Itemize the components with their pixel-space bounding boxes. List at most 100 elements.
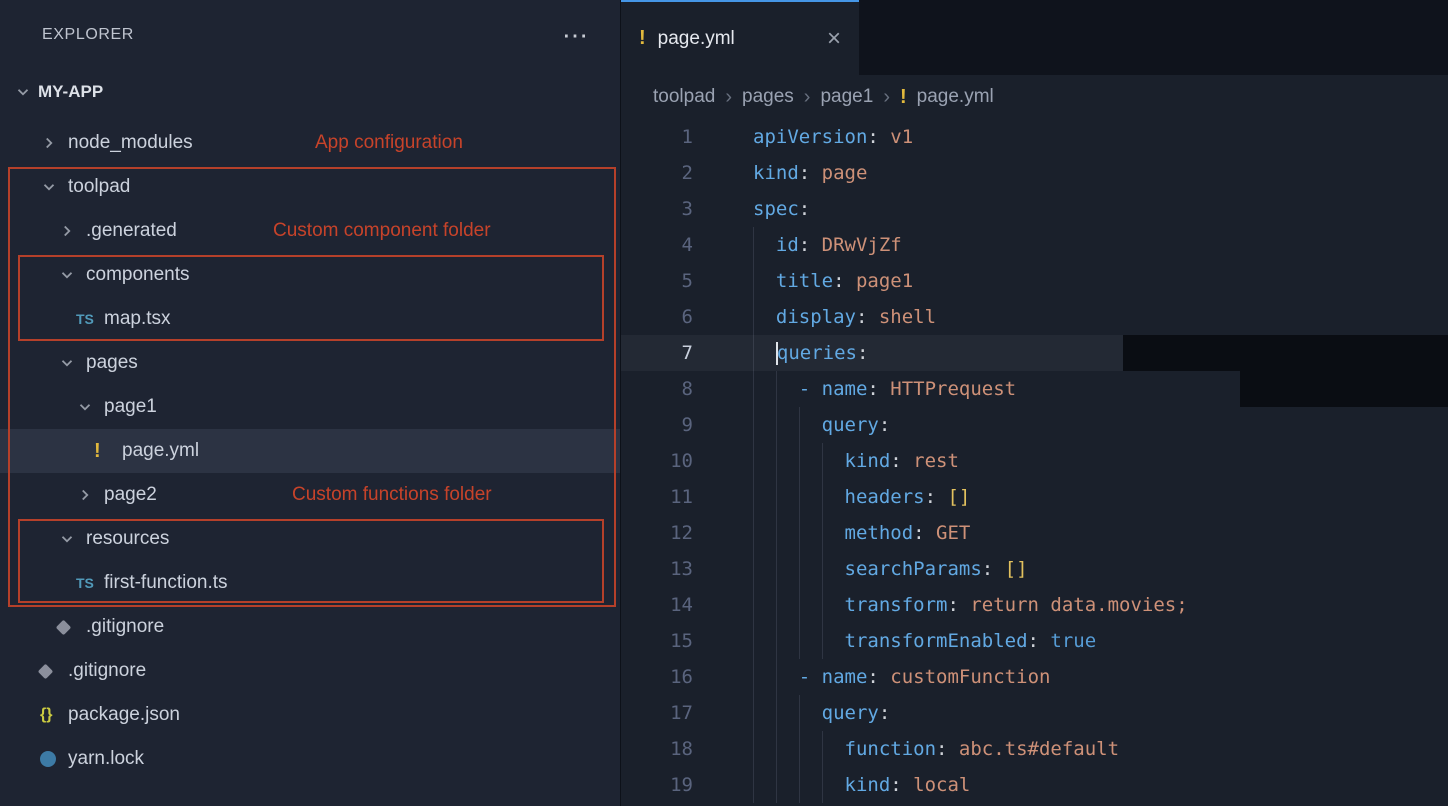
annotation-func_folder: Custom functions folder	[292, 484, 492, 506]
chevron-down-icon[interactable]	[40, 178, 68, 196]
indent-guide	[776, 659, 799, 695]
indent-guide	[753, 767, 776, 803]
code-token: function	[845, 738, 937, 760]
code-line-4[interactable]: 4id: DRwVjZf	[621, 227, 1448, 263]
code-token: method	[845, 522, 914, 544]
code-line-1[interactable]: 1apiVersion: v1	[621, 119, 1448, 155]
code-line-9[interactable]: 9query:	[621, 407, 1448, 443]
breadcrumb-item-toolpad[interactable]: toolpad	[653, 86, 715, 108]
code-token: :	[879, 414, 890, 436]
tree-item-components[interactable]: components	[0, 253, 620, 297]
indent-guide	[776, 371, 799, 407]
line-number: 13	[621, 551, 713, 587]
tree-item-page2[interactable]: page2Custom functions folder	[0, 473, 620, 517]
code-token: :	[799, 198, 810, 220]
code-line-17[interactable]: 17query:	[621, 695, 1448, 731]
tree-item-yarn.lock[interactable]: yarn.lock	[0, 737, 620, 781]
chevron-right-icon[interactable]	[76, 486, 104, 504]
indent-guide	[753, 335, 776, 371]
tree-item-toolpad[interactable]: toolpad	[0, 165, 620, 209]
code-area[interactable]: 1apiVersion: v12kind: page3spec:4id: DRw…	[621, 119, 1448, 806]
code-token: customFunction	[890, 666, 1050, 688]
indent-guide	[753, 407, 776, 443]
code-token: title	[776, 270, 833, 292]
code-token: page	[822, 162, 868, 184]
screen-artifact	[1123, 335, 1448, 371]
code-line-19[interactable]: 19kind: local	[621, 767, 1448, 803]
indent-guide	[776, 587, 799, 623]
breadcrumb-item-page1[interactable]: page1	[820, 86, 873, 108]
code-line-3[interactable]: 3spec:	[621, 191, 1448, 227]
line-number: 5	[621, 263, 713, 299]
line-number: 2	[621, 155, 713, 191]
line-number: 19	[621, 767, 713, 803]
code-line-11[interactable]: 11headers: []	[621, 479, 1448, 515]
code-token: HTTPrequest	[890, 378, 1016, 400]
chevron-down-icon[interactable]	[58, 266, 86, 284]
breadcrumb-item-pages[interactable]: pages	[742, 86, 794, 108]
tree-item-.gitignore[interactable]: .gitignore	[0, 605, 620, 649]
close-icon[interactable]: ×	[827, 25, 841, 53]
code-line-10[interactable]: 10kind: rest	[621, 443, 1448, 479]
code-line-5[interactable]: 5title: page1	[621, 263, 1448, 299]
indent-guide	[799, 731, 822, 767]
code-token: :	[936, 738, 959, 760]
code-line-15[interactable]: 15transformEnabled: true	[621, 623, 1448, 659]
code-line-16[interactable]: 16- name: customFunction	[621, 659, 1448, 695]
annotation-app_config: App configuration	[315, 132, 463, 154]
code-token: shell	[879, 306, 936, 328]
code-line-18[interactable]: 18function: abc.ts#default	[621, 731, 1448, 767]
tree-item-pages[interactable]: pages	[0, 341, 620, 385]
code-line-2[interactable]: 2kind: page	[621, 155, 1448, 191]
code-token: :	[890, 774, 913, 796]
chevron-down-icon[interactable]	[58, 354, 86, 372]
more-actions-icon[interactable]: ⋯	[562, 30, 588, 40]
tree-item-.generated[interactable]: .generatedCustom component folder	[0, 209, 620, 253]
tab-bar: ! page.yml ×	[621, 0, 1448, 75]
indent-guide	[799, 551, 822, 587]
line-number: 1	[621, 119, 713, 155]
code-token: -	[799, 666, 822, 688]
indent-guide	[799, 479, 822, 515]
code-line-13[interactable]: 13searchParams: []	[621, 551, 1448, 587]
chevron-down-icon[interactable]	[76, 398, 104, 416]
tree-item-resources[interactable]: resources	[0, 517, 620, 561]
tree-item-label: .gitignore	[86, 616, 164, 638]
tab-label: page.yml	[658, 28, 735, 50]
file-tree: node_modulesApp configurationtoolpad.gen…	[0, 121, 620, 781]
code-token: v1	[890, 126, 913, 148]
code-token: query	[822, 702, 879, 724]
code-token: :	[890, 450, 913, 472]
chevron-down-icon[interactable]	[58, 530, 86, 548]
tab-page-yml[interactable]: ! page.yml ×	[621, 0, 859, 75]
code-line-6[interactable]: 6display: shell	[621, 299, 1448, 335]
tree-item-.gitignore[interactable]: .gitignore	[0, 649, 620, 693]
tree-item-page1[interactable]: page1	[0, 385, 620, 429]
line-number: 3	[621, 191, 713, 227]
tree-item-page.yml[interactable]: !page.yml	[0, 429, 620, 473]
yarn-icon	[40, 751, 68, 767]
chevron-down-icon	[14, 83, 32, 101]
tree-item-node_modules[interactable]: node_modulesApp configuration	[0, 121, 620, 165]
code-line-12[interactable]: 12method: GET	[621, 515, 1448, 551]
code-line-14[interactable]: 14transform: return data.movies;	[621, 587, 1448, 623]
code-token: :	[867, 378, 890, 400]
breadcrumb-separator-icon: ›	[804, 86, 811, 109]
line-number: 15	[621, 623, 713, 659]
indent-guide	[822, 515, 845, 551]
indent-guide	[799, 515, 822, 551]
tree-item-first-function.ts[interactable]: TSfirst-function.ts	[0, 561, 620, 605]
indent-guide	[753, 623, 776, 659]
chevron-right-icon[interactable]	[58, 222, 86, 240]
tree-item-package.json[interactable]: {}package.json	[0, 693, 620, 737]
chevron-right-icon[interactable]	[40, 134, 68, 152]
indent-guide	[799, 587, 822, 623]
warning-icon: !	[639, 27, 646, 50]
explorer-header: EXPLORER ⋯	[0, 0, 620, 70]
ts-icon: TS	[76, 575, 104, 591]
tree-item-map.tsx[interactable]: TSmap.tsx	[0, 297, 620, 341]
root-folder-my-app[interactable]: MY-APP	[0, 70, 620, 114]
breadcrumb-item-page-yml[interactable]: page.yml	[917, 86, 994, 108]
code-token: abc.ts#default	[959, 738, 1119, 760]
code-token: name	[822, 666, 868, 688]
